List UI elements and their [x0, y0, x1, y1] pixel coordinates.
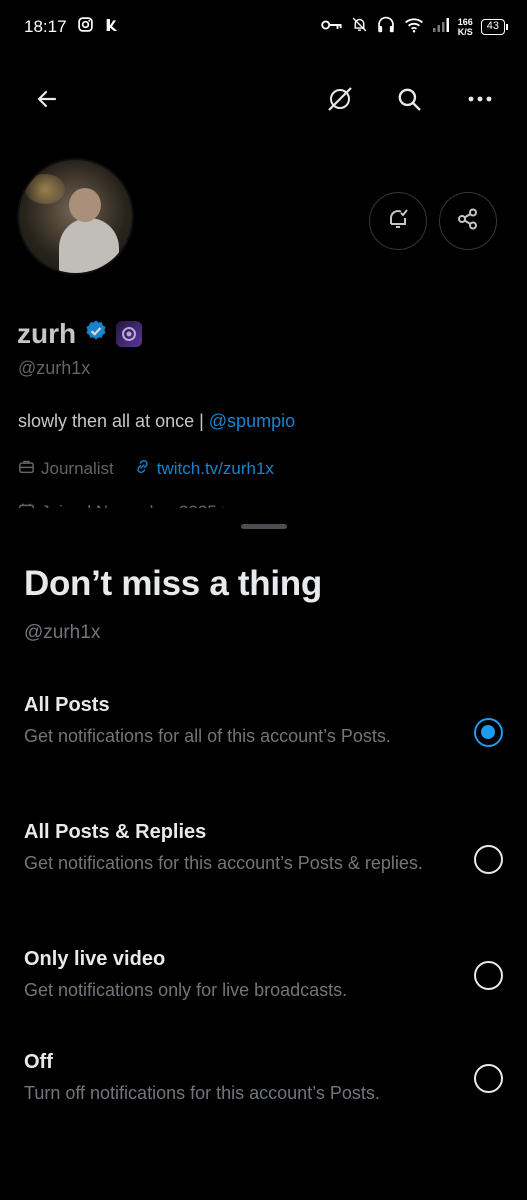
- radio-all-posts[interactable]: [474, 718, 503, 747]
- share-button[interactable]: [439, 192, 497, 250]
- option-title: All Posts: [24, 694, 110, 716]
- more-icon[interactable]: [460, 79, 500, 119]
- profile-name: zurh: [17, 318, 77, 349]
- sheet-handle: @zurh1x: [24, 622, 101, 643]
- option-description: Get notifications for this account’s Pos…: [24, 853, 423, 873]
- app-icon: [104, 17, 120, 38]
- link-icon: [134, 458, 151, 480]
- option-all-posts-replies[interactable]: All Posts & Replies Get notifications fo…: [0, 821, 527, 931]
- radio-only-live-video[interactable]: [474, 961, 503, 990]
- option-title: Only live video: [24, 948, 166, 970]
- briefcase-icon: [18, 459, 35, 479]
- net-speed-value: 166: [457, 17, 473, 27]
- key-icon: [320, 17, 343, 37]
- profile-header: zurh @zurh1x slowly then all at once | @…: [0, 150, 527, 520]
- share-icon: [456, 207, 480, 236]
- battery-level: 43: [486, 20, 499, 32]
- profile-name-row: zurh: [17, 318, 143, 350]
- instagram-icon: [77, 16, 94, 38]
- option-title: All Posts & Replies: [24, 821, 207, 843]
- sheet-title: Don’t miss a thing: [24, 564, 322, 603]
- verified-badge-icon: [84, 318, 108, 350]
- status-time: 18:17: [24, 17, 67, 36]
- back-arrow-icon[interactable]: [27, 79, 67, 119]
- option-description: Get notifications for all of this accoun…: [24, 726, 391, 746]
- notifications-button[interactable]: [369, 192, 427, 250]
- profile-handle: @zurh1x: [18, 358, 91, 378]
- affiliate-badge-icon[interactable]: [116, 321, 143, 347]
- radio-all-posts-replies[interactable]: [474, 845, 503, 874]
- option-all-posts[interactable]: All Posts Get notifications for all of t…: [0, 694, 527, 804]
- net-speed: 166 K/S: [458, 17, 473, 37]
- option-only-live-video[interactable]: Only live video Get notifications only f…: [0, 948, 527, 1058]
- profile-bio: slowly then all at once | @spumpio: [18, 411, 295, 432]
- net-speed-unit: K/S: [457, 27, 473, 37]
- bio-text: slowly then all at once |: [18, 411, 209, 431]
- search-icon[interactable]: [389, 79, 429, 119]
- top-nav: [0, 70, 527, 128]
- sheet-grabber[interactable]: [241, 524, 287, 529]
- bell-check-icon: [386, 207, 410, 236]
- bio-mention-link[interactable]: @spumpio: [209, 411, 295, 431]
- bell-off-icon: [351, 16, 368, 38]
- wifi-icon: [404, 17, 424, 38]
- battery-icon: 43: [480, 19, 509, 35]
- avatar[interactable]: [17, 158, 134, 275]
- option-title: Off: [24, 1051, 53, 1073]
- notification-settings-sheet: Don’t miss a thing @zurh1x All Posts Get…: [0, 508, 527, 1200]
- profile-meta: Journalist twitch.tv/zurh1x: [18, 458, 274, 480]
- headphones-icon: [376, 16, 396, 38]
- status-bar: 18:17 166 K/S 43: [0, 0, 527, 54]
- radio-off[interactable]: [474, 1064, 503, 1093]
- option-off[interactable]: Off Turn off notifications for this acco…: [0, 1051, 527, 1161]
- signal-icon: [432, 17, 450, 38]
- option-description: Turn off notifications for this account’…: [24, 1083, 380, 1103]
- grok-icon[interactable]: [320, 79, 360, 119]
- profile-category: Journalist: [41, 459, 114, 478]
- option-description: Get notifications only for live broadcas…: [24, 980, 348, 1000]
- profile-website-link[interactable]: twitch.tv/zurh1x: [157, 459, 274, 479]
